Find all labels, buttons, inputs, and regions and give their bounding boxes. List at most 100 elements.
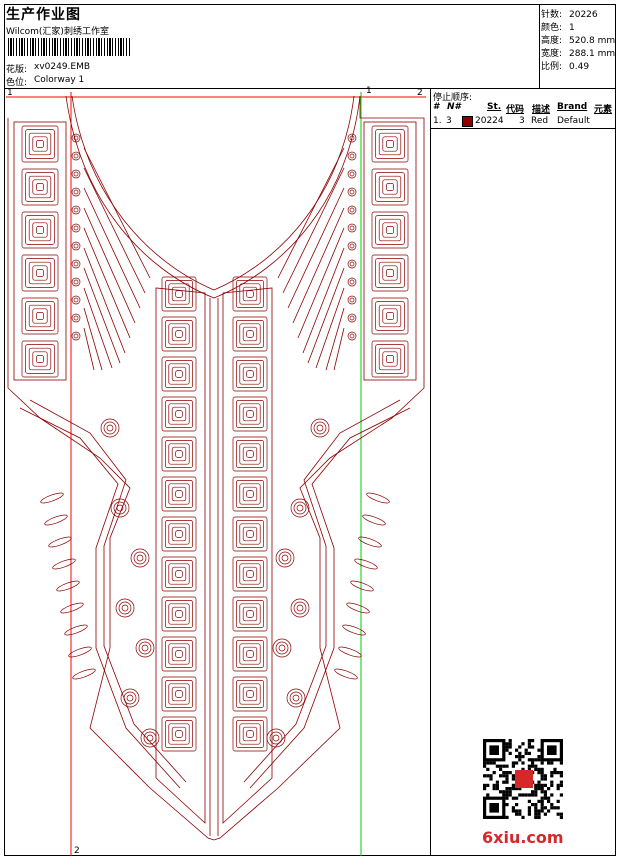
qr-module xyxy=(511,783,515,787)
qr-module xyxy=(537,812,541,816)
qr-module xyxy=(537,748,541,752)
center-square-motif xyxy=(232,436,268,472)
center-square-motif xyxy=(171,486,187,502)
side-square-motif xyxy=(32,136,48,152)
fringe-petal xyxy=(40,492,64,504)
center-square-motif xyxy=(232,356,268,392)
center-square-motif xyxy=(246,410,254,418)
center-square-motif xyxy=(171,326,187,342)
qr-module xyxy=(524,793,528,797)
barcode xyxy=(8,38,130,56)
center-square-motif xyxy=(161,396,197,432)
center-square-motif xyxy=(242,646,258,662)
bead-ring xyxy=(73,207,79,213)
qr-module xyxy=(495,783,499,787)
side-square-motif xyxy=(21,211,59,249)
side-square-motif xyxy=(21,254,59,292)
qr-module xyxy=(556,783,560,787)
center-square-motif xyxy=(171,406,187,422)
qr-module xyxy=(505,748,509,752)
center-square-motif xyxy=(175,610,183,618)
col-brand: Brand xyxy=(557,102,588,112)
bead-ring xyxy=(349,261,355,267)
bead-ring xyxy=(349,207,355,213)
qr-module xyxy=(505,742,509,746)
qr-module xyxy=(550,761,554,765)
fringe-petal xyxy=(64,624,88,636)
bead-ring xyxy=(349,171,355,177)
fringe-petal xyxy=(334,668,358,680)
qr-module xyxy=(502,774,506,778)
qr-module xyxy=(534,815,538,819)
design-outline xyxy=(7,96,425,841)
left-shoulder-hatch xyxy=(83,147,151,371)
center-square-motif xyxy=(175,490,183,498)
qr-module xyxy=(553,771,557,775)
side-square-motif xyxy=(382,179,398,195)
qr-module xyxy=(521,755,525,759)
side-square-motif xyxy=(382,351,398,367)
qr-module xyxy=(508,742,512,746)
side-square-motif xyxy=(386,312,394,320)
design-value: xv0249.EMB xyxy=(34,62,91,72)
spiral-motif xyxy=(141,644,149,652)
qr-module xyxy=(559,771,563,775)
spiral-motif xyxy=(126,694,134,702)
qr-module xyxy=(531,739,535,743)
qr-module xyxy=(540,799,544,803)
spiral-motif xyxy=(293,501,307,515)
qr-module xyxy=(540,790,544,794)
qr-module xyxy=(540,771,544,775)
side-square-motif xyxy=(371,211,409,249)
side-square-motif xyxy=(36,226,44,234)
qr-module xyxy=(550,774,554,778)
qr-module xyxy=(511,777,515,781)
qr-module xyxy=(540,806,544,810)
bead-ring xyxy=(71,295,81,305)
bead-ring xyxy=(349,189,355,195)
bead-ring xyxy=(349,225,355,231)
qr-module xyxy=(499,764,503,768)
qr-module xyxy=(527,806,531,810)
qr-module xyxy=(518,812,522,816)
qr-module xyxy=(505,771,509,775)
qr-module xyxy=(505,764,509,768)
qr-module xyxy=(534,783,538,787)
qr-module xyxy=(508,790,512,794)
bead-ring xyxy=(73,333,79,339)
center-square-motif xyxy=(242,486,258,502)
side-square-motif xyxy=(382,136,398,152)
qr-module xyxy=(505,815,509,819)
bead-ring xyxy=(347,151,357,161)
bead-ring xyxy=(347,295,357,305)
bead-ring xyxy=(347,331,357,341)
side-square-motif xyxy=(371,168,409,206)
bead-ring xyxy=(71,241,81,251)
qr-module xyxy=(499,774,503,778)
bead-ring xyxy=(73,315,79,321)
qr-module xyxy=(521,761,525,765)
qr-module xyxy=(515,761,519,765)
center-square-motif xyxy=(175,450,183,458)
qr-module xyxy=(543,774,547,778)
qr-module xyxy=(524,751,528,755)
spiral-motif xyxy=(146,734,154,742)
qr-module xyxy=(511,787,515,791)
center-square-motif xyxy=(232,396,268,432)
qr-module xyxy=(483,764,487,768)
fringe-petal xyxy=(346,602,370,614)
qr-module xyxy=(486,774,490,778)
side-square-motif xyxy=(21,340,59,378)
bead-ring xyxy=(71,205,81,215)
spiral-motif xyxy=(136,554,144,562)
qr-module xyxy=(547,799,551,803)
qr-module xyxy=(531,764,535,768)
spiral-motif xyxy=(103,421,117,435)
qr-module xyxy=(534,803,538,807)
qr-module xyxy=(534,758,538,762)
qr-module xyxy=(550,803,554,807)
center-square-motif xyxy=(175,730,183,738)
qr-module xyxy=(505,790,509,794)
side-square-motif xyxy=(371,125,409,163)
qr-module xyxy=(518,809,522,813)
